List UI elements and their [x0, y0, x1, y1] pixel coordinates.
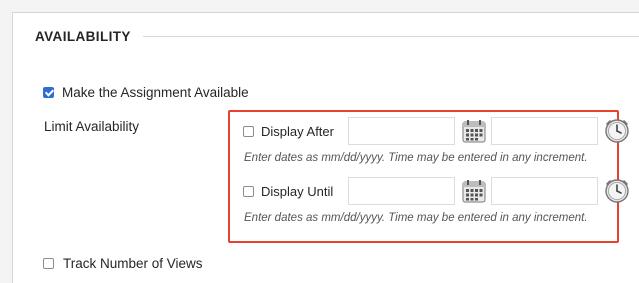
clock-icon[interactable]	[604, 178, 630, 204]
section-divider	[142, 36, 639, 37]
calendar-icon[interactable]	[461, 118, 487, 144]
make-available-label: Make the Assignment Available	[62, 85, 249, 100]
display-after-time-input[interactable]	[491, 117, 598, 145]
limit-availability-label: Limit Availability	[44, 119, 140, 134]
display-until-date-input[interactable]	[348, 177, 455, 205]
display-after-checkbox[interactable]	[243, 125, 254, 137]
display-until-hint: Enter dates as mm/dd/yyyy. Time may be e…	[244, 212, 588, 224]
display-until-checkbox[interactable]	[243, 185, 254, 197]
availability-panel: AVAILABILITY Make the Assignment Availab…	[12, 12, 639, 283]
track-views-label: Track Number of Views	[63, 256, 203, 271]
display-after-row: Display After	[243, 117, 630, 145]
clock-icon[interactable]	[604, 118, 630, 144]
display-until-row: Display Until	[243, 177, 630, 205]
display-after-date-input[interactable]	[348, 117, 455, 145]
track-views-row: Track Number of Views	[43, 256, 203, 271]
display-after-hint: Enter dates as mm/dd/yyyy. Time may be e…	[244, 152, 588, 164]
calendar-icon[interactable]	[461, 178, 487, 204]
display-after-label: Display After	[261, 123, 334, 139]
make-available-row: Make the Assignment Available	[43, 85, 249, 100]
display-until-time-input[interactable]	[491, 177, 598, 205]
section-title: AVAILABILITY	[35, 29, 131, 44]
section-header: AVAILABILITY	[35, 29, 639, 44]
display-until-label: Display Until	[261, 183, 334, 199]
track-views-checkbox[interactable]	[43, 258, 54, 269]
make-available-checkbox[interactable]	[43, 87, 54, 98]
